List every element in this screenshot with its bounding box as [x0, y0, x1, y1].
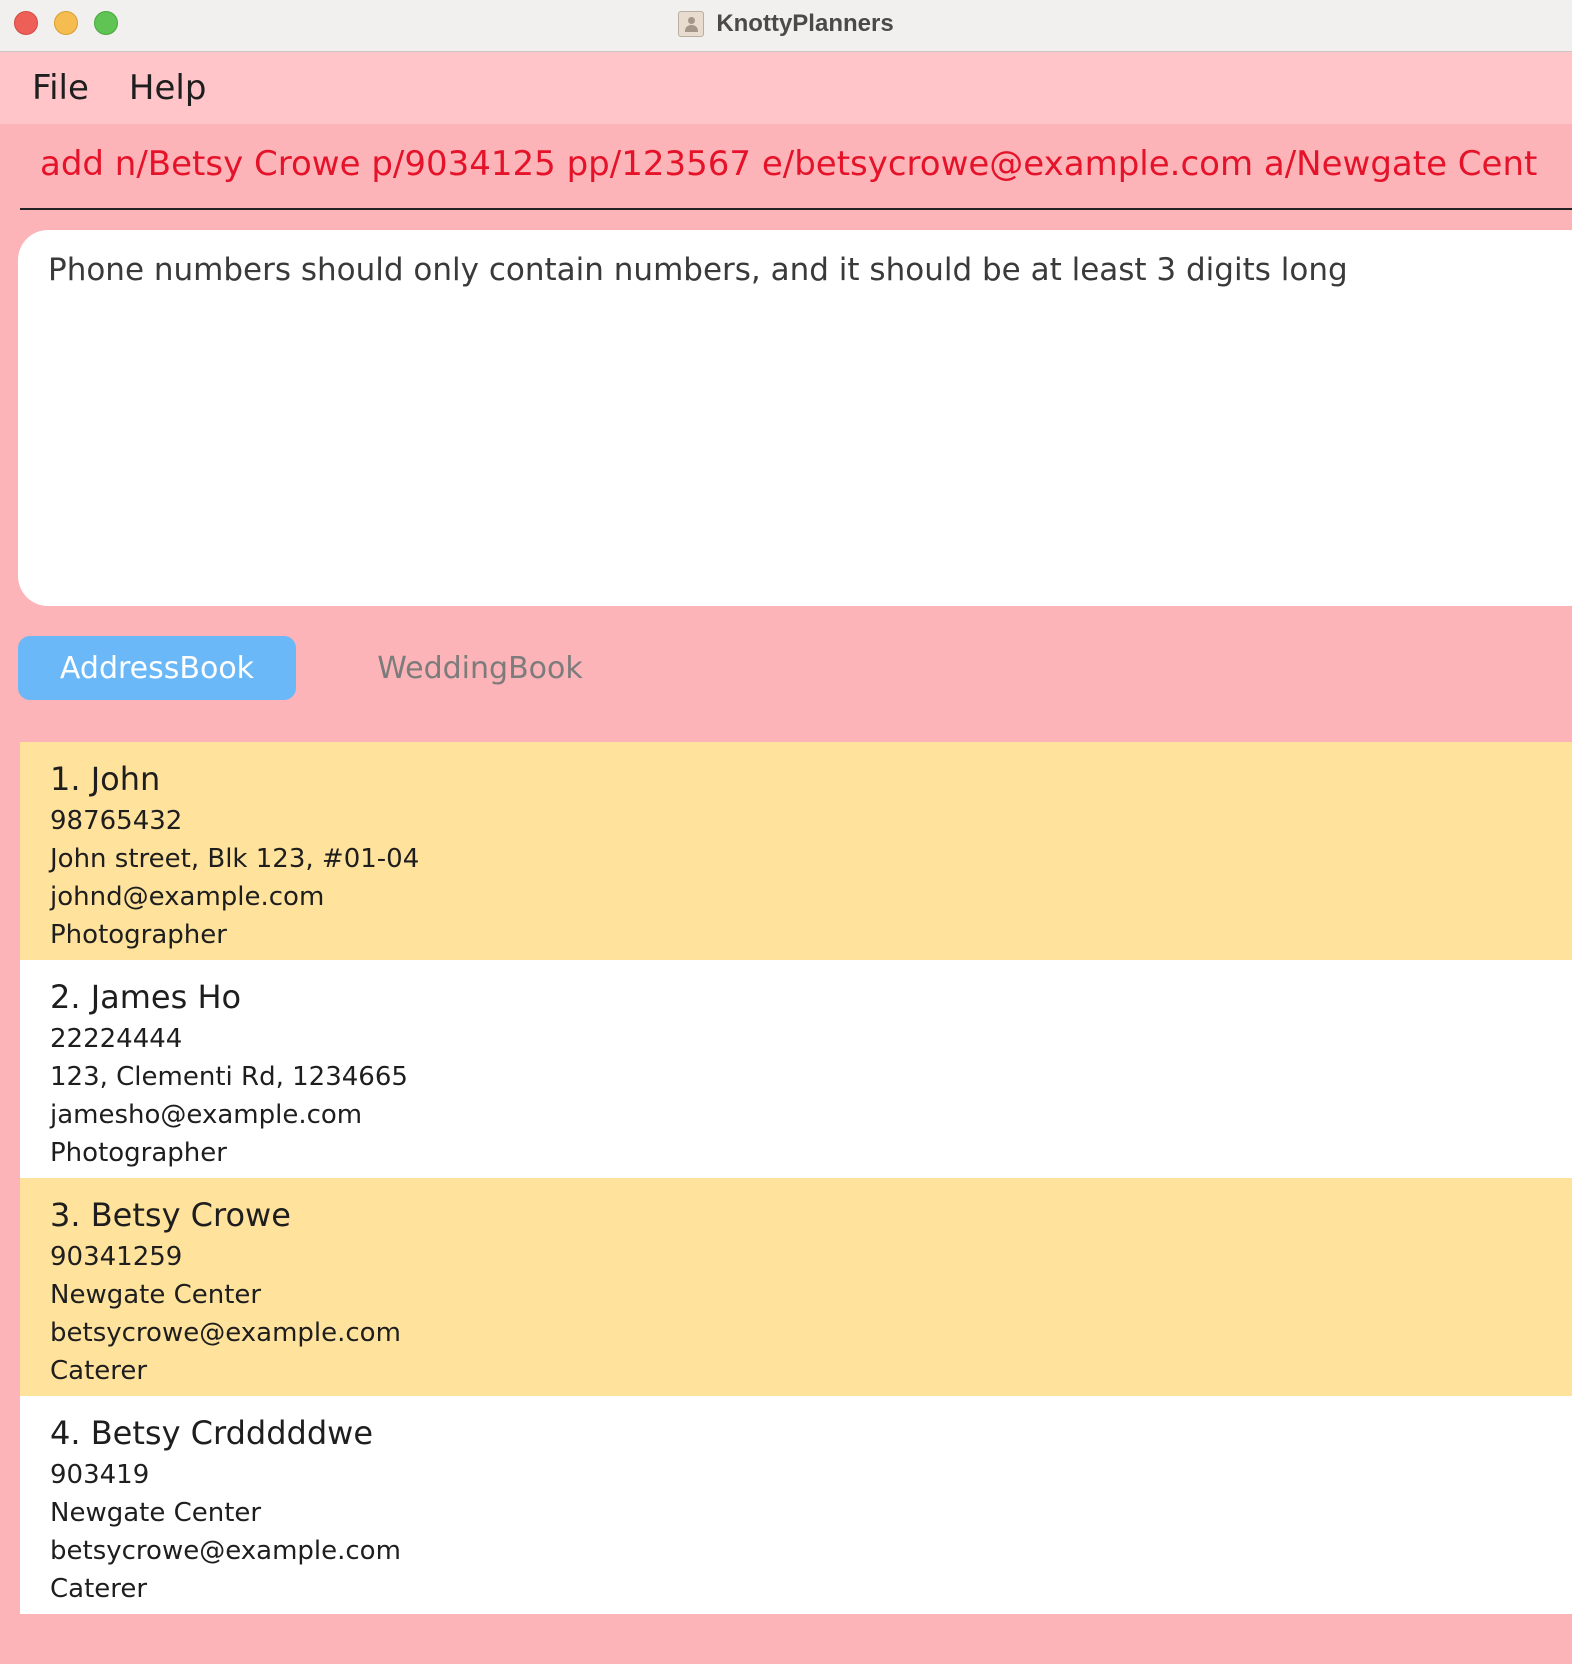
menu-help[interactable]: Help — [129, 68, 207, 108]
contact-name: 1. John — [50, 760, 161, 798]
contact-name: 4. Betsy Crdddddwe — [50, 1414, 374, 1452]
contact-name: 2. James Ho — [50, 978, 242, 1016]
tab-weddingbook[interactable]: WeddingBook — [340, 636, 620, 700]
contact-card[interactable]: 1. John 98765432 John street, Blk 123, #… — [20, 742, 1572, 960]
command-input[interactable]: add n/Betsy Crowe p/9034125 pp/123567 e/… — [40, 144, 1537, 184]
title-bar: KnottyPlanners — [0, 0, 1572, 52]
tab-addressbook[interactable]: AddressBook — [18, 636, 296, 700]
contact-job: Photographer — [50, 920, 227, 950]
menu-bar: File Help — [0, 52, 1572, 124]
contact-job: Caterer — [50, 1356, 148, 1386]
result-message: Phone numbers should only contain number… — [48, 252, 1348, 288]
result-display: Phone numbers should only contain number… — [18, 230, 1572, 606]
contact-email: betsycrowe@example.com — [50, 1536, 401, 1566]
contact-phone: 98765432 — [50, 806, 183, 836]
contact-address: Newgate Center — [50, 1498, 262, 1528]
contact-list: 1. John 98765432 John street, Blk 123, #… — [20, 742, 1572, 1614]
contact-name: 3. Betsy Crowe — [50, 1196, 291, 1234]
contact-email: johnd@example.com — [50, 882, 325, 912]
title-group: KnottyPlanners — [0, 0, 1572, 48]
contact-job: Caterer — [50, 1574, 148, 1604]
contact-card[interactable]: 2. James Ho 22224444 123, Clementi Rd, 1… — [20, 960, 1572, 1178]
contact-address: John street, Blk 123, #01-04 — [50, 844, 420, 874]
menu-file[interactable]: File — [32, 68, 89, 108]
contact-phone: 22224444 — [50, 1024, 183, 1054]
contact-phone: 90341259 — [50, 1242, 183, 1272]
app-window: KnottyPlanners File Help add n/Betsy Cro… — [0, 0, 1572, 1664]
contact-email: betsycrowe@example.com — [50, 1318, 401, 1348]
contact-card[interactable]: 3. Betsy Crowe 90341259 Newgate Center b… — [20, 1178, 1572, 1396]
contact-card[interactable]: 4. Betsy Crdddddwe 903419 Newgate Center… — [20, 1396, 1572, 1614]
app-icon — [678, 11, 705, 37]
contact-job: Photographer — [50, 1138, 227, 1168]
command-box[interactable]: add n/Betsy Crowe p/9034125 pp/123567 e/… — [20, 124, 1572, 210]
contact-address: Newgate Center — [50, 1280, 262, 1310]
window-title: KnottyPlanners — [716, 10, 894, 37]
contact-phone: 903419 — [50, 1460, 150, 1490]
contact-address: 123, Clementi Rd, 1234665 — [50, 1062, 408, 1092]
contact-email: jamesho@example.com — [50, 1100, 363, 1130]
